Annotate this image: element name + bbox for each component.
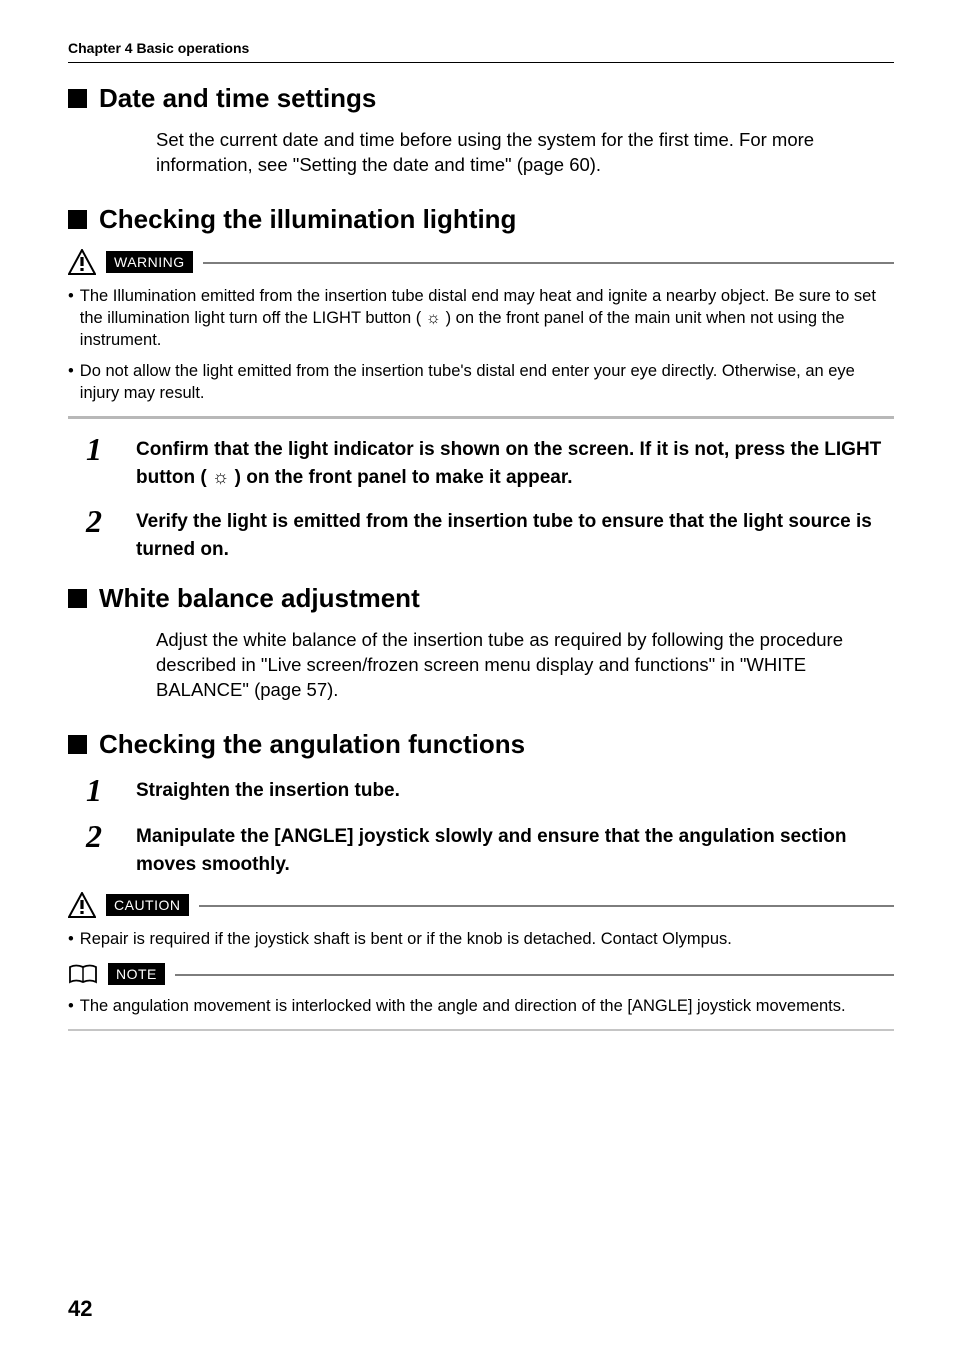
- bullet-icon: •: [68, 285, 74, 352]
- note-text: The angulation movement is interlocked w…: [80, 995, 846, 1017]
- step-row: 1 Confirm that the light indicator is sh…: [86, 433, 894, 491]
- note-divider: [175, 974, 894, 976]
- warning-text: The Illumination emitted from the insert…: [80, 285, 884, 352]
- page-number: 42: [68, 1296, 92, 1322]
- step-text: Straighten the insertion tube.: [136, 777, 400, 805]
- warning-text: Do not allow the light emitted from the …: [80, 360, 884, 405]
- chapter-header: Chapter 4 Basic operations: [68, 40, 894, 56]
- section-title-date-time: Date and time settings: [68, 83, 894, 114]
- note-book-icon: [68, 963, 98, 985]
- caution-text: Repair is required if the joystick shaft…: [80, 928, 732, 950]
- note-list: • The angulation movement is interlocked…: [68, 995, 884, 1017]
- step-text: Manipulate the [ANGLE] joystick slowly a…: [136, 823, 894, 878]
- square-bullet-icon: [68, 210, 87, 229]
- caution-divider: [199, 905, 895, 907]
- warning-list: • The Illumination emitted from the inse…: [68, 285, 884, 404]
- caution-list: • Repair is required if the joystick sha…: [68, 928, 884, 950]
- warning-item: • Do not allow the light emitted from th…: [68, 360, 884, 405]
- note-item: • The angulation movement is interlocked…: [68, 995, 884, 1017]
- step-row: 1 Straighten the insertion tube.: [86, 774, 894, 806]
- step-text: Verify the light is emitted from the ins…: [136, 508, 894, 563]
- step-number: 2: [86, 820, 114, 852]
- bullet-icon: •: [68, 995, 74, 1017]
- bullet-icon: •: [68, 360, 74, 405]
- white-balance-body: Adjust the white balance of the insertio…: [156, 628, 884, 703]
- header-divider: [68, 62, 894, 63]
- warning-item: • The Illumination emitted from the inse…: [68, 285, 884, 352]
- caution-item: • Repair is required if the joystick sha…: [68, 928, 884, 950]
- section-title-text: Checking the illumination lighting: [99, 204, 516, 235]
- section-title-text: Date and time settings: [99, 83, 376, 114]
- section-title-angulation: Checking the angulation functions: [68, 729, 894, 760]
- caution-header: CAUTION: [68, 892, 894, 918]
- step-text: Confirm that the light indicator is show…: [136, 436, 894, 491]
- bullet-icon: •: [68, 928, 74, 950]
- section-title-text: Checking the angulation functions: [99, 729, 525, 760]
- note-header: NOTE: [68, 963, 894, 985]
- section-title-text: White balance adjustment: [99, 583, 420, 614]
- square-bullet-icon: [68, 89, 87, 108]
- section-title-illumination: Checking the illumination lighting: [68, 204, 894, 235]
- warning-label: WARNING: [106, 251, 193, 273]
- date-time-body: Set the current date and time before usi…: [156, 128, 884, 178]
- section-divider: [68, 1029, 894, 1031]
- step-number: 1: [86, 774, 114, 806]
- warning-header: WARNING: [68, 249, 894, 275]
- warning-triangle-icon: [68, 249, 96, 275]
- section-divider: [68, 416, 894, 419]
- caution-triangle-icon: [68, 892, 96, 918]
- square-bullet-icon: [68, 735, 87, 754]
- step-number: 1: [86, 433, 114, 465]
- caution-label: CAUTION: [106, 894, 189, 916]
- note-label: NOTE: [108, 963, 165, 985]
- step-row: 2 Verify the light is emitted from the i…: [86, 505, 894, 563]
- step-number: 2: [86, 505, 114, 537]
- step-row: 2 Manipulate the [ANGLE] joystick slowly…: [86, 820, 894, 878]
- section-title-white-balance: White balance adjustment: [68, 583, 894, 614]
- warning-divider: [203, 262, 894, 264]
- square-bullet-icon: [68, 589, 87, 608]
